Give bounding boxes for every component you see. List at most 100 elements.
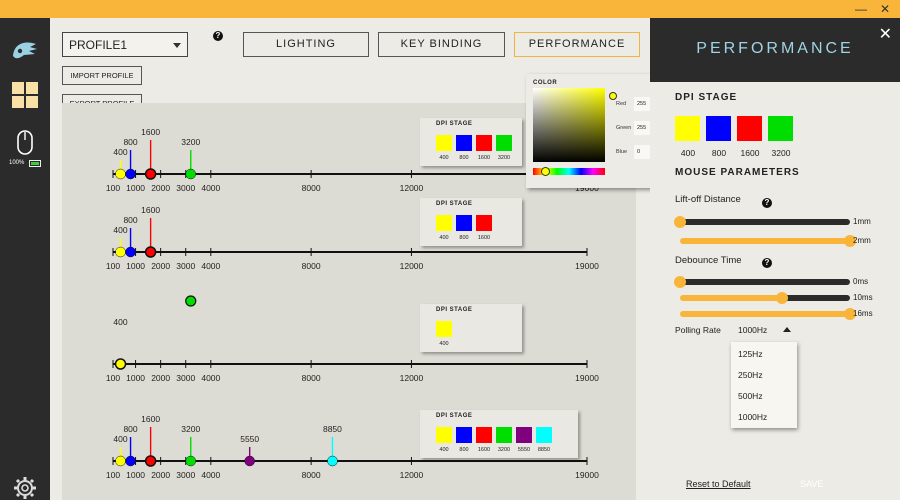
stage-marker [185,168,196,180]
track-tick-label: 4000 [201,373,220,383]
panel-dpi-swatch[interactable] [768,116,793,141]
dpi-stage-swatch[interactable] [476,135,492,151]
polling-rate-dropdown: 125Hz 250Hz 500Hz 1000Hz [731,342,797,428]
dpi-stage-swatch[interactable] [436,135,452,151]
track-tick-label: 1000 [126,261,145,271]
track-tick-label: 3000 [176,261,195,271]
parameter-slider[interactable] [680,279,850,285]
close-window-icon[interactable]: ✕ [880,2,890,16]
dpi-stage-swatch[interactable] [536,427,552,443]
slider-value: 16ms [853,309,873,318]
polling-option[interactable]: 500Hz [738,391,763,401]
floating-stage-marker[interactable] [185,295,197,307]
stage-marker [144,455,157,467]
stage-label: 5550 [240,434,259,444]
parameter-slider[interactable] [680,311,850,317]
panel-dpi-swatch[interactable] [675,116,700,141]
dpi-stage-swatch-label: 800 [459,155,469,161]
save-button[interactable]: SAVE [800,479,823,489]
track-tick-label: 3000 [176,183,195,193]
stage-marker [115,246,126,258]
track-tick-label: 1000 [126,373,145,383]
color-field-handle[interactable] [609,92,617,100]
panel-title: PERFORMANCE [696,40,854,57]
hue-handle[interactable] [541,167,550,176]
dpi-stage-swatch[interactable] [436,321,452,337]
liftoff-help-icon[interactable]: ? [762,198,772,208]
track-tick-label: 1000 [126,470,145,480]
panel-dpi-swatch-label: 400 [680,148,696,158]
slider-value: 0ms [853,277,869,286]
track-tick-label: 4000 [201,470,220,480]
stage-marker [244,455,255,467]
track-tick-label: 4000 [201,261,220,271]
parameter-slider[interactable] [680,238,850,244]
panel-dpi-swatch[interactable] [737,116,762,141]
dpi-stage-swatch[interactable] [436,215,452,231]
close-panel-icon[interactable]: ✕ [879,24,892,44]
dpi-stage-swatch[interactable] [456,135,472,151]
debounce-help-icon[interactable]: ? [762,258,772,268]
dpi-stage-swatch-label: 400 [439,235,449,241]
stage-marker [144,168,157,180]
dpi-stage-card: DPI STAGE 400 800 1600 3200 5550 8850 [420,410,578,458]
polling-rate-value[interactable]: 1000Hz [738,325,767,335]
dpi-stage-swatch[interactable] [496,135,512,151]
green-label: Green [616,125,632,131]
dpi-stage-swatch[interactable] [456,427,472,443]
dpi-stage-swatch[interactable] [436,427,452,443]
track-tick-label: 8000 [302,470,321,480]
dpi-stage-swatch[interactable] [476,215,492,231]
polling-option[interactable]: 1000Hz [738,412,767,422]
parameter-slider[interactable] [680,219,850,225]
dpi-stage-card-title: DPI STAGE [436,413,473,419]
stage-marker [125,246,136,258]
panel-dpi-swatch[interactable] [706,116,731,141]
dpi-stage-card-title: DPI STAGE [436,121,473,127]
polling-rate-label: Polling Rate [675,325,721,335]
track-tick-label: 19000 [575,373,599,383]
slider-thumb[interactable] [674,216,686,228]
track-tick-label: 2000 [151,470,170,480]
dpi-stage-swatch-label: 3200 [497,447,511,453]
color-picker-title: COLOR [533,80,558,86]
panel-dpi-swatch-label: 800 [711,148,727,158]
dpi-stage-swatch[interactable] [456,215,472,231]
dpi-stage-heading: DPI STAGE [675,92,738,103]
track-tick-label: 12000 [400,470,424,480]
stage-label: 1600 [141,205,160,215]
panel-dpi-swatch-label: 1600 [740,148,760,158]
dpi-stage-swatch-label: 400 [439,341,449,347]
track-tick-label: 100 [106,470,120,480]
minimize-icon[interactable]: — [855,2,867,16]
reset-to-default-link[interactable]: Reset to Default [686,479,751,489]
dpi-stage-card: DPI STAGE 400 [420,304,522,352]
liftoff-label: Lift-off Distance [675,194,741,205]
stage-marker [115,455,126,467]
dpi-stage-swatch[interactable] [476,427,492,443]
dpi-stage-card: DPI STAGE 400 800 1600 [420,198,522,246]
saturation-value-field[interactable] [533,88,605,162]
dpi-stage-swatch[interactable] [496,427,512,443]
chevron-up-icon[interactable] [783,327,791,332]
stage-label: 8850 [323,424,342,434]
stage-label: 1600 [141,127,160,137]
blue-label: Blue [616,149,628,155]
dpi-stage-swatch-label: 400 [439,447,449,453]
slider-thumb[interactable] [776,292,788,304]
slider-value: 2mm [853,236,871,245]
parameter-slider[interactable] [680,295,850,301]
polling-option[interactable]: 250Hz [738,370,763,380]
stage-marker [114,358,127,370]
track-tick-label: 100 [106,183,120,193]
stage-label: 400 [113,225,127,235]
polling-option[interactable]: 125Hz [738,349,763,359]
dpi-stage-swatch[interactable] [516,427,532,443]
slider-thumb[interactable] [674,276,686,288]
dpi-stage-swatch-label: 400 [439,155,449,161]
dpi-stage-swatch-label: 800 [459,235,469,241]
track-tick-label: 12000 [400,373,424,383]
track-tick-label: 12000 [400,261,424,271]
debounce-label: Debounce Time [675,255,742,266]
slider-value: 1mm [853,217,871,226]
